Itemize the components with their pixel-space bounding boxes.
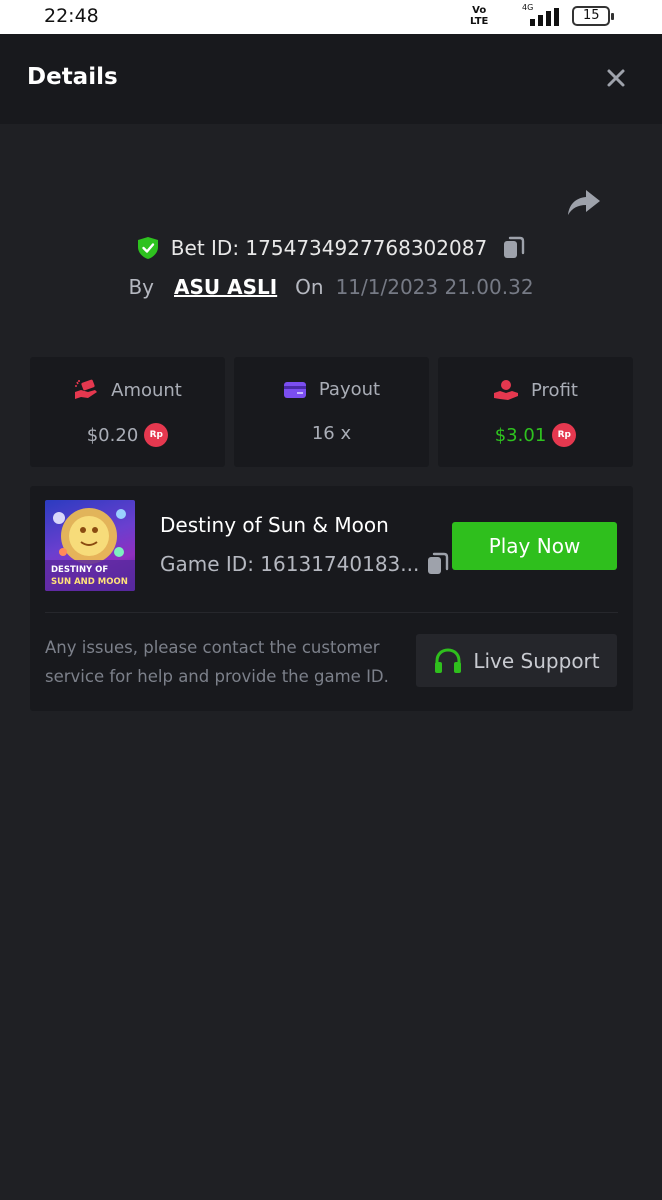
hand-coin-icon [494,380,519,400]
play-now-button[interactable]: Play Now [452,522,617,570]
card-icon [283,381,306,398]
on-label: On [295,275,324,299]
battery-icon: 15 [572,6,614,26]
payout-label: Payout [318,379,381,400]
rp-badge: Rp [144,423,169,447]
by-label: By [128,275,154,299]
bet-id: Bet ID: 1754734927768302087 [170,236,488,260]
live-support-label: Live Support [473,648,600,673]
payout-card: Payout 16 x [234,357,429,467]
volte-indicator: Vo LTE [470,5,489,27]
rp-badge: Rp [552,423,577,447]
details-header: Details [0,34,662,124]
profit-card: Profit $3.01 Rp [438,357,633,467]
game-id: Game ID: 16131740183... [160,552,420,576]
live-support-button[interactable]: Live Support [416,634,617,687]
bet-date: 11/1/2023 21.00.32 [335,275,534,299]
game-title: Destiny of Sun & Moon [160,513,389,537]
headset-icon [435,647,462,673]
payout-value: 16 x [311,423,352,444]
amount-card: Amount $0.20 Rp [30,357,225,467]
bet-id-row: Bet ID: 1754734927768302087 [0,232,662,264]
signal-icon [530,8,559,26]
thumb-title-line2: SUN AND MOON [51,577,128,587]
support-message: Any issues, please contact the customer … [45,638,389,686]
bet-owner-row: By ASU ASLI On 11/1/2023 21.00.32 [0,272,662,302]
money-hand-icon [75,379,98,399]
profit-value: $3.01 [494,424,547,446]
game-thumbnail[interactable]: DESTINY OF SUN AND MOON [45,500,135,591]
status-time: 22:48 [44,5,99,27]
amount-label: Amount [111,379,182,401]
page-title: Details [27,64,118,90]
share-icon[interactable] [566,186,602,218]
close-icon[interactable] [600,62,632,94]
copy-icon[interactable] [503,236,525,260]
status-bar: 22:48 Vo LTE 4G 15 [0,0,662,34]
thumb-title-line1: DESTINY OF [51,565,108,575]
amount-value: $0.20 [86,424,139,446]
sun-moon-art: DESTINY OF SUN AND MOON [45,508,135,591]
divider [45,612,618,613]
copy-icon[interactable] [427,552,449,576]
username-link[interactable]: ASU ASLI [174,275,277,299]
shield-check-icon [137,237,158,259]
game-card: DESTINY OF SUN AND MOON Destiny of Sun &… [30,486,633,711]
game-id-row: Game ID: 16131740183... [160,552,449,576]
profit-label: Profit [531,379,578,401]
